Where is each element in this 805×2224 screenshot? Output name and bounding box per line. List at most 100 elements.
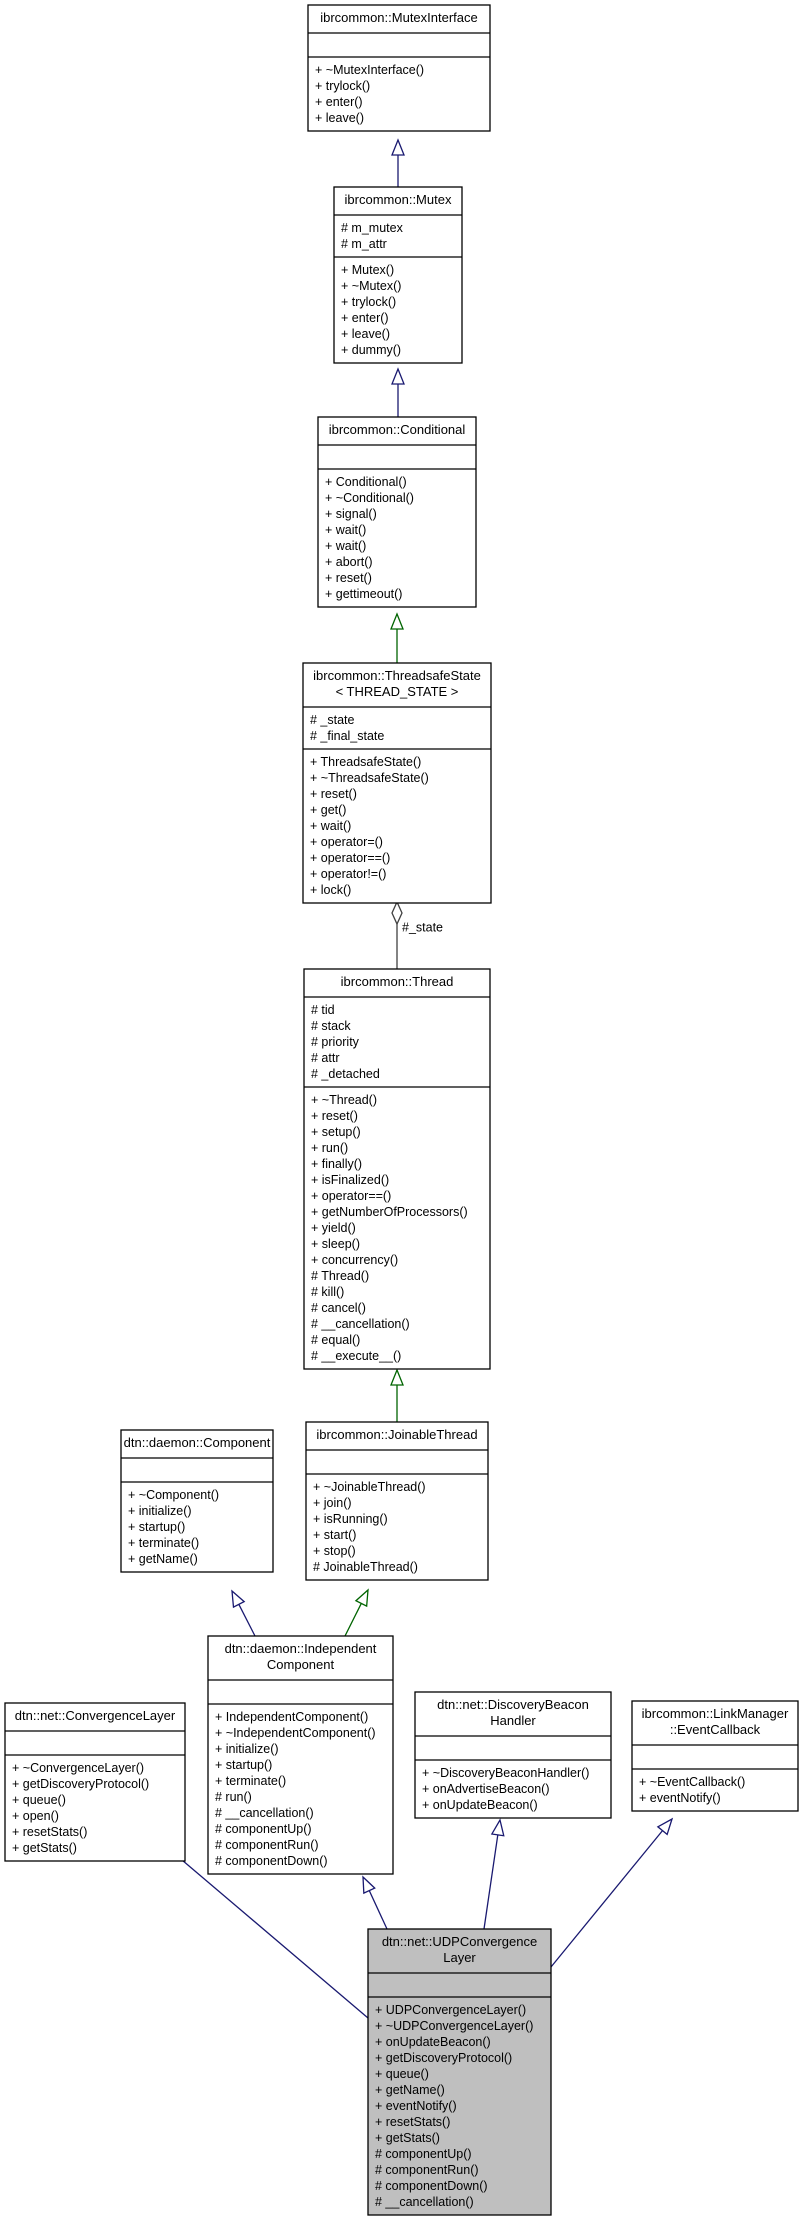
class-method: + queue() [12, 1793, 66, 1807]
class-name: dtn::daemon::Independent [225, 1641, 377, 1656]
class-method: + concurrency() [311, 1253, 398, 1267]
class-method: + trylock() [341, 295, 396, 309]
class-method: + run() [311, 1141, 348, 1155]
class-method: + wait() [325, 523, 366, 537]
class-method: # Thread() [311, 1269, 369, 1283]
edge-udp-to-eventcallback [550, 1817, 674, 1968]
class-method: + queue() [375, 2067, 429, 2081]
class-box-independentcomponent[interactable]: dtn::daemon::IndependentComponent+ Indep… [207, 1635, 394, 1875]
inheritance-arrow-icon [490, 1818, 505, 1837]
edge-line [483, 1834, 499, 1930]
class-method: + getNumberOfProcessors() [311, 1205, 468, 1219]
class-method: + operator==() [311, 1189, 391, 1203]
class-method: + Mutex() [341, 263, 394, 277]
class-method: + Conditional() [325, 475, 407, 489]
class-attribute: # attr [311, 1051, 340, 1065]
class-method: + ~IndependentComponent() [215, 1726, 376, 1740]
class-box-convergencelayer[interactable]: dtn::net::ConvergenceLayer+ ~Convergence… [4, 1702, 186, 1862]
inheritance-arrow-icon [656, 1817, 674, 1836]
class-method: + stop() [313, 1544, 356, 1558]
class-method: + ~JoinableThread() [313, 1480, 426, 1494]
class-method: + wait() [310, 819, 351, 833]
class-attribute: # priority [311, 1035, 360, 1049]
class-method: # cancel() [311, 1301, 366, 1315]
classes-layer: ibrcommon::MutexInterface+ ~MutexInterfa… [4, 4, 799, 2216]
class-method: + abort() [325, 555, 373, 569]
class-name: Handler [490, 1713, 536, 1728]
class-box-component[interactable]: dtn::daemon::Component+ ~Component()+ in… [120, 1429, 274, 1573]
class-box-discoverybeaconhandler[interactable]: dtn::net::DiscoveryBeaconHandler+ ~Disco… [414, 1691, 612, 1819]
class-method: + yield() [311, 1221, 356, 1235]
edge-mutex-to-mutexinterface [391, 138, 405, 187]
inheritance-arrow-icon [231, 1589, 246, 1609]
class-method: + signal() [325, 507, 377, 521]
edge-line [344, 1603, 362, 1637]
class-method: # componentUp() [375, 2147, 472, 2161]
class-attribute: # m_attr [341, 237, 387, 251]
class-box-mutex[interactable]: ibrcommon::Mutex# m_mutex# m_attr+ Mutex… [333, 186, 463, 364]
edge-conditional-to-mutex [391, 367, 405, 417]
class-method: + ~Mutex() [341, 279, 401, 293]
class-method: + isFinalized() [311, 1173, 389, 1187]
class-method: + getName() [375, 2083, 445, 2097]
class-method: + trylock() [315, 79, 370, 93]
class-method: + onAdvertiseBeacon() [422, 1782, 550, 1796]
class-name: ibrcommon::ThreadsafeState [313, 668, 481, 683]
class-method: # componentDown() [375, 2179, 488, 2193]
inheritance-arrow-icon [390, 1368, 404, 1386]
class-box-udp[interactable]: dtn::net::UDPConvergenceLayer+ UDPConver… [367, 1928, 552, 2216]
edge-line [238, 1604, 256, 1637]
class-attribute: # m_mutex [341, 221, 404, 235]
class-attribute: # _state [310, 713, 355, 727]
aggregation-diamond-icon [391, 900, 403, 926]
class-name: < THREAD_STATE > [336, 684, 459, 699]
class-name: dtn::net::UDPConvergence [382, 1934, 537, 1949]
class-method: + sleep() [311, 1237, 360, 1251]
class-box-thread[interactable]: ibrcommon::Thread# tid# stack# priority#… [303, 968, 491, 1370]
class-method: + dummy() [341, 343, 401, 357]
class-name: Component [267, 1657, 335, 1672]
class-method: # __cancellation() [215, 1806, 314, 1820]
class-method: + getStats() [375, 2131, 440, 2145]
class-method: + startup() [128, 1520, 185, 1534]
class-box-eventcallback[interactable]: ibrcommon::LinkManager::EventCallback+ ~… [631, 1700, 799, 1812]
class-method: + ~EventCallback() [639, 1775, 745, 1789]
class-method: + finally() [311, 1157, 362, 1171]
class-name: ibrcommon::Conditional [329, 422, 466, 437]
edge-line [173, 1852, 369, 2019]
class-method: # componentRun() [215, 1838, 319, 1852]
class-attribute: # stack [311, 1019, 351, 1033]
class-method: + startup() [215, 1758, 272, 1772]
class-method: + ~ThreadsafeState() [310, 771, 429, 785]
class-method: + eventNotify() [375, 2099, 457, 2113]
class-method: + initialize() [215, 1742, 279, 1756]
class-method: + UDPConvergenceLayer() [375, 2003, 526, 2017]
class-method: + getStats() [12, 1841, 77, 1855]
edge-label: #_state [402, 921, 443, 935]
class-method: # run() [215, 1790, 252, 1804]
edge-threadsafestate-to-conditional [390, 612, 404, 663]
class-box-mutexinterface[interactable]: ibrcommon::MutexInterface+ ~MutexInterfa… [307, 4, 491, 132]
class-box-joinablethread[interactable]: ibrcommon::JoinableThread+ ~JoinableThre… [305, 1421, 489, 1581]
class-box-conditional[interactable]: ibrcommon::Conditional+ Conditional()+ ~… [317, 416, 477, 608]
class-method: + initialize() [128, 1504, 192, 1518]
class-method: + onUpdateBeacon() [422, 1798, 538, 1812]
class-method: + lock() [310, 883, 351, 897]
class-method: + resetStats() [375, 2115, 450, 2129]
edge-line [368, 1890, 388, 1930]
edge-independentcomponent-to-component [231, 1589, 256, 1637]
class-method: + reset() [310, 787, 357, 801]
class-name: ibrcommon::Mutex [345, 192, 452, 207]
class-attribute: # tid [311, 1003, 335, 1017]
edge-udp-to-independentcomponent [362, 1875, 388, 1930]
class-method: + resetStats() [12, 1825, 87, 1839]
class-method: + ~Thread() [311, 1093, 377, 1107]
class-name: dtn::net::ConvergenceLayer [15, 1708, 176, 1723]
class-method: + IndependentComponent() [215, 1710, 368, 1724]
class-box-threadsafestate[interactable]: ibrcommon::ThreadsafeState< THREAD_STATE… [302, 662, 492, 904]
class-name: ibrcommon::MutexInterface [320, 10, 478, 25]
class-method: + open() [12, 1809, 59, 1823]
class-diagram: #_state ibrcommon::MutexInterface+ ~Mute… [4, 4, 799, 2216]
inheritance-arrow-icon [390, 612, 404, 630]
class-method: + onUpdateBeacon() [375, 2035, 491, 2049]
